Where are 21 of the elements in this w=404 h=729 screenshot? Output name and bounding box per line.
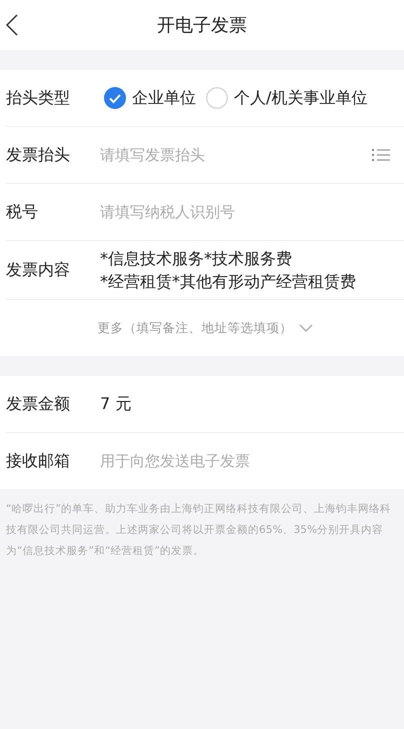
amount-value: 7 元 [100, 394, 132, 414]
empty-radio-icon [206, 87, 228, 109]
field-label: 接收邮箱 [6, 450, 71, 472]
back-icon[interactable] [6, 14, 18, 36]
invoice-content-line: *经营租赁*其他有形动产经营租赁费 [100, 271, 356, 293]
input-field[interactable]: 请填写纳税人识别号 [100, 203, 390, 221]
field-label: 发票抬头 [6, 144, 71, 166]
input-field[interactable]: 用于向您发送电子发票 [100, 452, 390, 470]
chevron-down-icon [298, 324, 312, 332]
field-label: 税号 [6, 202, 39, 222]
checked-radio-icon [104, 87, 126, 109]
input-field[interactable]: 请填写发票抬头 [100, 146, 372, 164]
field-label: 抬头类型 [6, 88, 71, 108]
field-label: 发票内容 [6, 260, 71, 280]
note-text: “哈啰出行”的单车、助力车业务由上海钧正网络科技有限公司、上海钧丰网络科技有限公司共同运营。上述两家公司将以开票金额的65%、35%分别开具内容为“信息技术服务”和“经营租赁”的发票。 [6, 502, 392, 559]
radio-option[interactable]: 企业单位 [104, 87, 196, 109]
page-title: 开电子发票 [157, 14, 247, 37]
field-label: 发票金额 [6, 394, 71, 414]
list-icon[interactable] [372, 148, 390, 162]
radio-option[interactable]: 个人/机关事业单位 [206, 87, 368, 109]
invoice-content-line: *信息技术服务*技术服务费 [100, 248, 293, 270]
